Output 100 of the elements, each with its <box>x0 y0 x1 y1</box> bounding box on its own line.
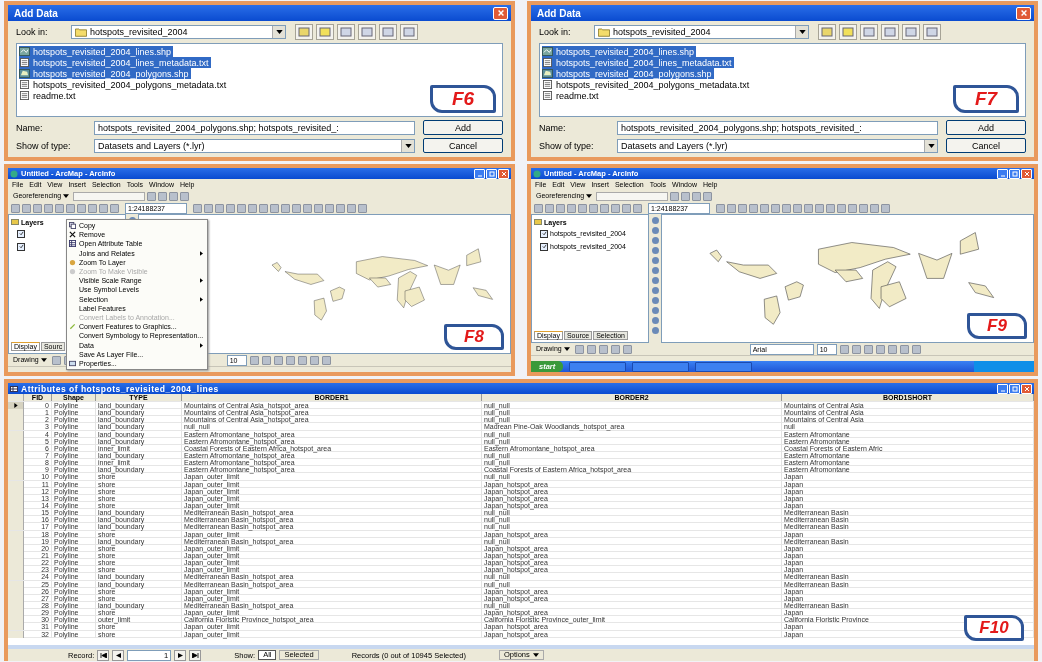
maximize-icon <box>488 170 495 177</box>
caret-icon <box>798 30 806 34</box>
cancel-button[interactable]: Cancel <box>946 138 1026 153</box>
layer-checkbox[interactable] <box>17 229 25 238</box>
dropdown-arrow-button[interactable] <box>401 139 414 152</box>
toolbar-button[interactable] <box>316 24 334 40</box>
restore-icon <box>1011 385 1018 392</box>
toolbar-button[interactable] <box>337 24 355 40</box>
taskbar-button[interactable] <box>695 361 753 372</box>
dropdown-arrow-button[interactable] <box>924 139 937 152</box>
layer-dropdown[interactable] <box>73 191 146 201</box>
toolbar-button[interactable] <box>379 24 397 40</box>
list-entry[interactable]: hotspots_revisited_2004_polygons_metadata.txt <box>542 79 752 90</box>
text-file-icon <box>19 91 30 100</box>
globe-icon <box>10 169 18 178</box>
list-entry[interactable]: hotspots_revisited_2004_polygons.shp <box>19 68 191 79</box>
close-icon <box>496 9 505 17</box>
maximize-button[interactable] <box>486 168 497 179</box>
add-button[interactable]: Add <box>423 120 503 135</box>
dropdown-value: Datasets and Layers (*.lyr) <box>98 140 206 151</box>
text-file-icon <box>542 58 553 67</box>
toolbar-button[interactable] <box>818 24 836 40</box>
toolbar-button[interactable] <box>400 24 418 40</box>
toolbar-button[interactable] <box>51 355 61 365</box>
close-icon <box>1023 385 1030 392</box>
toolbar-button[interactable] <box>839 24 857 40</box>
taskbar-button[interactable] <box>632 361 690 372</box>
add-button[interactable]: Add <box>946 120 1026 135</box>
close-icon <box>500 170 507 177</box>
caret-icon <box>63 194 70 198</box>
first-icon <box>99 652 107 658</box>
caret-icon <box>275 30 283 34</box>
file-type-dropdown[interactable]: Datasets and Layers (*.lyr) <box>617 138 938 153</box>
list-entry[interactable]: hotspots_revisited_2004_lines.shp <box>542 46 697 57</box>
field-label: Show of type: <box>539 140 595 151</box>
folder-dropdown[interactable]: hotspots_revisited_2004 <box>71 25 286 39</box>
close-icon <box>1023 170 1030 177</box>
layer-dropdown[interactable] <box>596 191 669 201</box>
dropdown-arrow-button[interactable] <box>795 26 808 38</box>
dropdown-arrow-button[interactable] <box>272 26 285 38</box>
layers-icon <box>11 219 19 225</box>
last-record-button[interactable] <box>189 649 202 661</box>
minimize-button[interactable] <box>997 383 1008 394</box>
toolbar-button[interactable] <box>358 24 376 40</box>
field-value: hotspots_revisited_2004_polygons.shp; hotspots_revisited_: <box>621 122 863 133</box>
toolbar-button[interactable] <box>923 24 941 40</box>
current-row-arrow-icon <box>13 403 18 408</box>
row-selector[interactable] <box>8 402 24 409</box>
maximize-icon <box>1011 170 1018 177</box>
close-button[interactable] <box>1021 168 1032 179</box>
dropdown-value: hotspots_revisited_2004 <box>613 27 712 37</box>
list-entry[interactable]: hotspots_revisited_2004_lines_metadata.txt <box>19 57 211 68</box>
line-shapefile-icon <box>542 47 553 56</box>
list-entry[interactable]: hotspots_revisited_2004_lines.shp <box>19 46 174 57</box>
taskbar-button[interactable] <box>569 361 627 372</box>
close-button[interactable] <box>493 6 508 20</box>
line-shapefile-icon <box>19 47 30 56</box>
close-button[interactable] <box>498 168 509 179</box>
previous-icon <box>115 652 121 658</box>
last-icon <box>191 652 199 658</box>
first-record-button[interactable] <box>97 649 110 661</box>
caret-icon <box>40 358 47 362</box>
toolbar-button[interactable] <box>902 24 920 40</box>
toolbar-button[interactable] <box>860 24 878 40</box>
brush-icon <box>68 323 76 331</box>
close-button[interactable] <box>1016 6 1031 20</box>
system-tray <box>974 361 1034 372</box>
globe-icon <box>533 169 541 178</box>
file-type-dropdown[interactable]: Datasets and Layers (*.lyr) <box>94 138 415 153</box>
polygon-shapefile-icon <box>542 69 553 78</box>
name-field[interactable]: hotspots_revisited_2004_polygons.shp; hotspots_revisited_: <box>617 120 938 135</box>
horizontal-scrollbar[interactable] <box>8 645 1034 649</box>
maximize-button[interactable] <box>1009 168 1020 179</box>
list-entry[interactable]: hotspots_revisited_2004_polygons.shp <box>542 68 714 79</box>
close-icon <box>1019 9 1028 17</box>
name-field[interactable]: hotspots_revisited_2004_polygons.shp; hotspots_revisited_: <box>94 120 415 135</box>
toolbar-button[interactable] <box>295 24 313 40</box>
list-entry[interactable]: hotspots_revisited_2004_lines_metadata.txt <box>542 57 734 68</box>
minimize-button[interactable] <box>474 168 485 179</box>
folder-dropdown[interactable]: hotspots_revisited_2004 <box>594 25 809 39</box>
window-title: Add Data <box>14 7 58 19</box>
next-record-button[interactable] <box>174 649 187 661</box>
toolbar-button[interactable] <box>881 24 899 40</box>
layer-checkbox[interactable] <box>540 242 548 251</box>
field-label: Name: <box>539 122 567 133</box>
close-button[interactable] <box>1021 383 1032 394</box>
restore-button[interactable] <box>1009 383 1020 394</box>
layer-checkbox[interactable] <box>540 229 548 238</box>
previous-record-button[interactable] <box>112 649 125 661</box>
list-entry[interactable]: hotspots_revisited_2004_polygons_metadata.txt <box>19 79 229 90</box>
dropdown-value: Datasets and Layers (*.lyr) <box>621 140 729 151</box>
folder-icon <box>598 27 610 37</box>
cancel-button[interactable]: Cancel <box>423 138 503 153</box>
dropdown-value: hotspots_revisited_2004 <box>90 27 189 37</box>
field-label: Look in: <box>539 27 572 37</box>
minimize-button[interactable] <box>997 168 1008 179</box>
list-entry[interactable]: readme.txt <box>19 90 78 101</box>
layer-checkbox[interactable] <box>17 242 25 251</box>
window-title: Attributes of hotspots_revisited_2004_lines <box>21 383 219 394</box>
list-entry[interactable]: readme.txt <box>542 90 601 101</box>
